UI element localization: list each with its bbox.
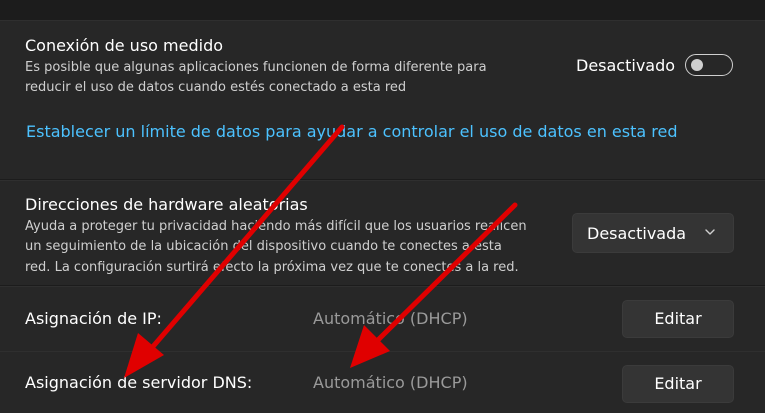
ip-edit-button[interactable]: Editar — [622, 300, 734, 338]
dns-assignment-label: Asignación de servidor DNS: — [25, 373, 253, 392]
random-hardware-description-line1: Ayuda a proteger tu privacidad haciendo … — [25, 219, 527, 234]
metered-connection-description-line2: reducir el uso de datos cuando estés con… — [25, 80, 407, 95]
dns-edit-button[interactable]: Editar — [622, 365, 734, 403]
chevron-down-icon — [705, 229, 715, 235]
metered-connection-description-line1: Es posible que algunas aplicaciones func… — [25, 60, 487, 75]
toggle-knob — [691, 59, 703, 71]
metered-connection-title: Conexión de uso medido — [25, 36, 224, 55]
network-properties-page: Conexión de uso medido Es posible que al… — [0, 0, 765, 413]
random-hardware-dropdown[interactable]: Desactivada — [572, 213, 734, 253]
metered-connection-toggle[interactable] — [685, 54, 733, 76]
random-hardware-description-line2: un seguimiento de la ubicación del dispo… — [25, 239, 502, 254]
dropdown-selected-value: Desactivada — [587, 224, 687, 243]
ip-assignment-value: Automático (DHCP) — [313, 309, 468, 328]
random-hardware-description-line3: red. La configuración surtirá efecto la … — [25, 260, 519, 275]
dns-assignment-value: Automático (DHCP) — [313, 373, 468, 392]
ip-assignment-label: Asignación de IP: — [25, 309, 162, 328]
data-limit-link[interactable]: Establecer un límite de datos para ayuda… — [26, 122, 677, 141]
metered-toggle-label: Desactivado — [576, 56, 676, 75]
random-hardware-addresses-title: Direcciones de hardware aleatorias — [25, 195, 308, 214]
